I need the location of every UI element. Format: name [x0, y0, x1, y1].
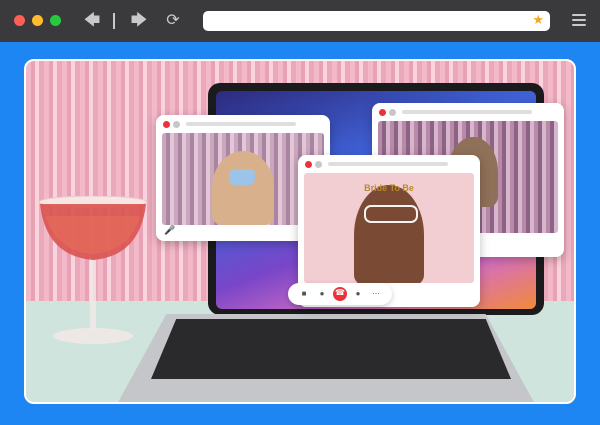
window-minimize-dot[interactable]	[173, 121, 180, 128]
star-icon[interactable]: ★	[532, 12, 544, 28]
participant-video: Bride To Be	[304, 173, 474, 283]
window-title-bar	[402, 110, 532, 114]
party-glasses	[364, 205, 418, 223]
window-minimize-dot[interactable]	[389, 109, 396, 116]
cocktail-glass-image	[38, 196, 148, 344]
add-person-icon[interactable]: ●	[352, 288, 364, 300]
mic-icon[interactable]: 🎤	[164, 225, 175, 236]
reload-icon[interactable]: ⟳	[163, 12, 183, 30]
minimize-window-button[interactable]	[32, 15, 43, 26]
end-call-icon[interactable]: ☎	[333, 287, 347, 301]
window-close-dot[interactable]	[379, 109, 386, 116]
window-title-bar	[186, 122, 296, 126]
participant-figure	[212, 151, 274, 225]
window-close-dot[interactable]	[305, 161, 312, 168]
call-controls: ■ ● ☎ ● ⋯	[288, 283, 392, 305]
window-title-bar	[328, 162, 448, 166]
bride-to-be-sign: Bride To Be	[364, 183, 414, 193]
window-close-dot[interactable]	[163, 121, 170, 128]
toolbar-divider	[113, 13, 115, 29]
more-icon[interactable]: ⋯	[370, 288, 382, 300]
address-bar[interactable]: ★	[203, 11, 550, 31]
camera-icon[interactable]: ■	[298, 288, 310, 300]
hero-image: 🎤 Bride To Be 🎤 ■ ● ☎ ● ⋯	[24, 59, 576, 404]
maximize-window-button[interactable]	[50, 15, 61, 26]
mic-icon[interactable]: ●	[316, 288, 328, 300]
browser-toolbar: 🡄 🡆 ⟳ ★	[0, 0, 600, 42]
window-minimize-dot[interactable]	[315, 161, 322, 168]
menu-icon[interactable]	[572, 14, 586, 26]
participant-figure	[354, 185, 424, 283]
forward-arrow-icon[interactable]: 🡆	[129, 12, 149, 30]
close-window-button[interactable]	[14, 15, 25, 26]
laptop-keyboard	[151, 319, 511, 379]
face-mask	[229, 169, 255, 185]
back-arrow-icon[interactable]: 🡄	[82, 12, 102, 30]
